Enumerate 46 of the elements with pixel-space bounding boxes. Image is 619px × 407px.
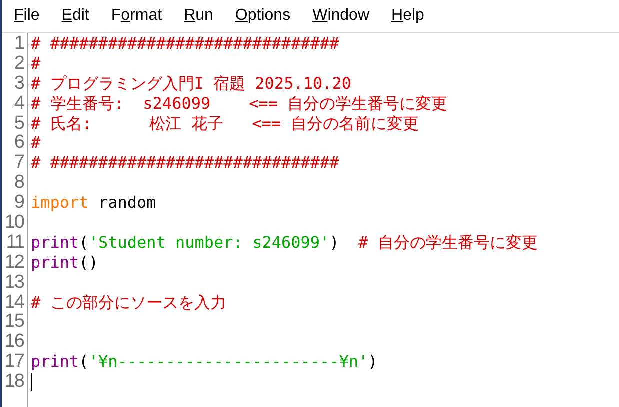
menu-item[interactable]: Run [181,7,222,25]
code-comment: # ############################## [31,34,340,54]
line-number: 2 [13,54,25,74]
menu-item[interactable]: Window [310,7,378,25]
code-builtin: print [31,252,80,273]
code-comment: # [31,54,41,74]
code-text: ( [79,232,89,253]
line-number: 5 [13,114,26,134]
code-comment: # この部分にソースを入力 [31,292,226,312]
line-number: 18 [4,372,26,392]
menu-item[interactable]: Help [388,7,434,25]
line-number: 8 [13,173,26,194]
line-number: 13 [4,272,25,293]
code-builtin: print [31,232,80,253]
code-comment: # ############################## [31,153,340,174]
line-number: 10 [4,213,26,233]
line-number: 9 [13,193,25,214]
line-number: 14 [4,292,26,312]
code-string: 'Student number: s246099' [88,232,330,253]
code-text: ) [368,352,378,372]
code-text: ( [79,352,89,372]
menu-item[interactable]: File [11,7,49,25]
line-number: 6 [13,133,26,154]
code-text: () [79,252,98,273]
line-number: 1 [13,34,25,54]
code-text: random [97,193,156,214]
code-builtin: print [31,352,80,372]
code-string: '¥n-----------------------¥n' [88,352,368,372]
line-number: 12 [4,252,25,273]
line-number: 15 [4,312,26,332]
line-number: 11 [5,232,25,253]
code-comment: # 学生番号: s246099 <== 自分の学生番号に変更 [31,94,448,114]
menu-item[interactable]: Edit [58,7,98,25]
code-keyword: import [31,193,89,214]
code-comment: # [31,133,41,154]
menu-item[interactable]: Format [108,7,172,25]
code-text: ) [330,232,340,253]
code-comment: # プログラミング入門I 宿題 2025.10.20 [31,74,352,94]
code-comment: # 氏名: 松江 花子 <== 自分の名前に変更 [31,114,419,134]
line-number: 16 [4,332,26,352]
line-number: 7 [13,153,25,174]
line-number: 3 [13,74,25,94]
code-comment: # 自分の学生番号に変更 [358,232,538,253]
line-number: 17 [4,352,25,372]
menu-item[interactable]: Options [232,7,300,25]
line-number: 4 [13,94,26,114]
